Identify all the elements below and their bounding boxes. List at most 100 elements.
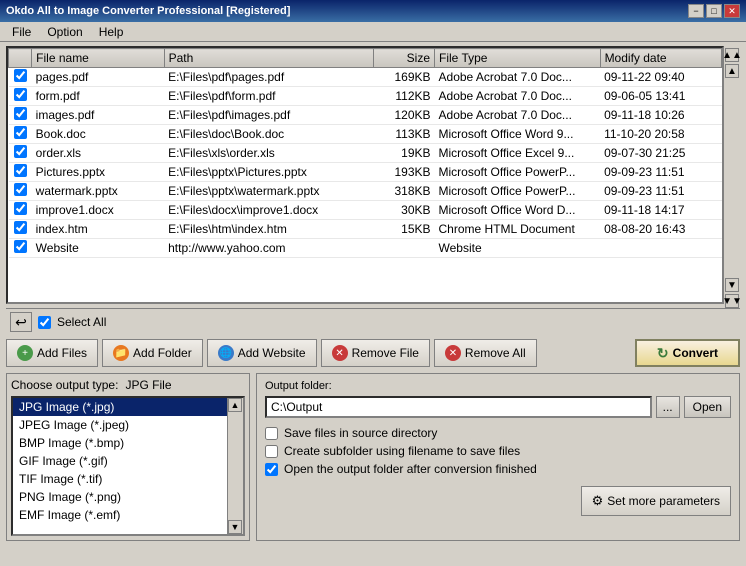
col-date: Modify date [600, 49, 721, 68]
row-checkbox-cell[interactable] [9, 106, 32, 125]
row-checkbox-cell[interactable] [9, 68, 32, 87]
row-filename: form.pdf [32, 87, 164, 106]
col-type: File Type [435, 49, 601, 68]
row-filename: Website [32, 239, 164, 258]
row-filename: pages.pdf [32, 68, 164, 87]
subfolder-checkbox[interactable] [265, 445, 278, 458]
row-filename: order.xls [32, 144, 164, 163]
row-path: E:\Files\doc\Book.doc [164, 125, 374, 144]
open-folder-button[interactable]: Open [684, 396, 731, 418]
output-scroll-up[interactable]: ▲ [228, 398, 242, 412]
row-size: 318KB [374, 182, 435, 201]
save-source-checkbox[interactable] [265, 427, 278, 440]
row-type: Microsoft Office Word D... [435, 201, 601, 220]
output-list-item[interactable]: TIF Image (*.tif) [13, 470, 227, 488]
row-checkbox-cell[interactable] [9, 220, 32, 239]
output-type-current: JPG File [125, 378, 171, 392]
remove-file-button[interactable]: ✕ Remove File [321, 339, 430, 367]
row-checkbox-cell[interactable] [9, 125, 32, 144]
row-size: 19KB [374, 144, 435, 163]
row-path: http://www.yahoo.com [164, 239, 374, 258]
browse-folder-button[interactable]: ... [656, 396, 680, 418]
row-path: E:\Files\pdf\images.pdf [164, 106, 374, 125]
row-size: 120KB [374, 106, 435, 125]
bottom-section: Choose output type: JPG File JPG Image (… [6, 373, 740, 541]
output-list-item[interactable]: GIF Image (*.gif) [13, 452, 227, 470]
add-website-button[interactable]: 🌐 Add Website [207, 339, 317, 367]
open-output-checkbox[interactable] [265, 463, 278, 476]
output-type-panel: Choose output type: JPG File JPG Image (… [6, 373, 250, 541]
row-size: 169KB [374, 68, 435, 87]
title-bar: Okdo All to Image Converter Professional… [0, 0, 746, 22]
row-date: 09-06-05 13:41 [600, 87, 721, 106]
scroll-bottom-button[interactable]: ▼▼ [725, 294, 739, 308]
minimize-button[interactable]: − [688, 4, 704, 18]
table-row: index.htm E:\Files\htm\index.htm 15KB Ch… [9, 220, 722, 239]
row-date: 09-09-23 11:51 [600, 163, 721, 182]
table-row: order.xls E:\Files\xls\order.xls 19KB Mi… [9, 144, 722, 163]
row-checkbox[interactable] [14, 240, 27, 253]
row-checkbox[interactable] [14, 88, 27, 101]
scroll-top-button[interactable]: ▲▲ [725, 48, 739, 62]
select-all-checkbox[interactable] [38, 316, 51, 329]
output-list-item[interactable]: BMP Image (*.bmp) [13, 434, 227, 452]
select-all-label: Select All [57, 315, 106, 329]
row-type: Microsoft Office Word 9... [435, 125, 601, 144]
folder-path-input[interactable] [265, 396, 652, 418]
table-row: Book.doc E:\Files\doc\Book.doc 113KB Mic… [9, 125, 722, 144]
menu-bar: File Option Help [0, 22, 746, 42]
row-checkbox[interactable] [14, 69, 27, 82]
row-filename: Book.doc [32, 125, 164, 144]
row-checkbox-cell[interactable] [9, 163, 32, 182]
table-row: pages.pdf E:\Files\pdf\pages.pdf 169KB A… [9, 68, 722, 87]
back-button[interactable]: ↩ [10, 312, 32, 332]
table-row: Pictures.pptx E:\Files\pptx\Pictures.ppt… [9, 163, 722, 182]
row-date: 11-10-20 20:58 [600, 125, 721, 144]
table-row: form.pdf E:\Files\pdf\form.pdf 112KB Ado… [9, 87, 722, 106]
row-type: Microsoft Office Excel 9... [435, 144, 601, 163]
output-list-item[interactable]: JPG Image (*.jpg) [13, 398, 227, 416]
row-checkbox[interactable] [14, 183, 27, 196]
row-path: E:\Files\pdf\pages.pdf [164, 68, 374, 87]
row-checkbox-cell[interactable] [9, 201, 32, 220]
output-list-item[interactable]: PNG Image (*.png) [13, 488, 227, 506]
row-checkbox[interactable] [14, 126, 27, 139]
menu-option[interactable]: Option [39, 23, 90, 41]
output-list-item[interactable]: JPEG Image (*.jpeg) [13, 416, 227, 434]
row-checkbox-cell[interactable] [9, 182, 32, 201]
col-check [9, 49, 32, 68]
row-type: Website [435, 239, 601, 258]
maximize-button[interactable]: □ [706, 4, 722, 18]
add-folder-button[interactable]: 📁 Add Folder [102, 339, 203, 367]
row-path: E:\Files\docx\improve1.docx [164, 201, 374, 220]
close-button[interactable]: ✕ [724, 4, 740, 18]
row-path: E:\Files\pdf\form.pdf [164, 87, 374, 106]
row-type: Microsoft Office PowerP... [435, 163, 601, 182]
row-size: 112KB [374, 87, 435, 106]
row-checkbox-cell[interactable] [9, 144, 32, 163]
row-type: Chrome HTML Document [435, 220, 601, 239]
menu-help[interactable]: Help [91, 23, 132, 41]
output-list-item[interactable]: EMF Image (*.emf) [13, 506, 227, 524]
convert-button[interactable]: ↻ Convert [635, 339, 740, 367]
file-table: File name Path Size File Type Modify dat… [8, 48, 722, 258]
row-checkbox[interactable] [14, 164, 27, 177]
row-checkbox-cell[interactable] [9, 239, 32, 258]
col-path: Path [164, 49, 374, 68]
menu-file[interactable]: File [4, 23, 39, 41]
row-checkbox[interactable] [14, 202, 27, 215]
row-size: 30KB [374, 201, 435, 220]
row-checkbox[interactable] [14, 145, 27, 158]
row-filename: index.htm [32, 220, 164, 239]
col-size: Size [374, 49, 435, 68]
row-checkbox[interactable] [14, 107, 27, 120]
row-checkbox-cell[interactable] [9, 87, 32, 106]
add-files-button[interactable]: + Add Files [6, 339, 98, 367]
row-checkbox[interactable] [14, 221, 27, 234]
output-scroll-down[interactable]: ▼ [228, 520, 242, 534]
scroll-down-button[interactable]: ▼ [725, 278, 739, 292]
remove-all-button[interactable]: ✕ Remove All [434, 339, 537, 367]
output-list-scrollbar: ▲ ▼ [227, 398, 243, 534]
set-params-button[interactable]: ⚙ Set more parameters [581, 486, 731, 516]
scroll-up-button[interactable]: ▲ [725, 64, 739, 78]
